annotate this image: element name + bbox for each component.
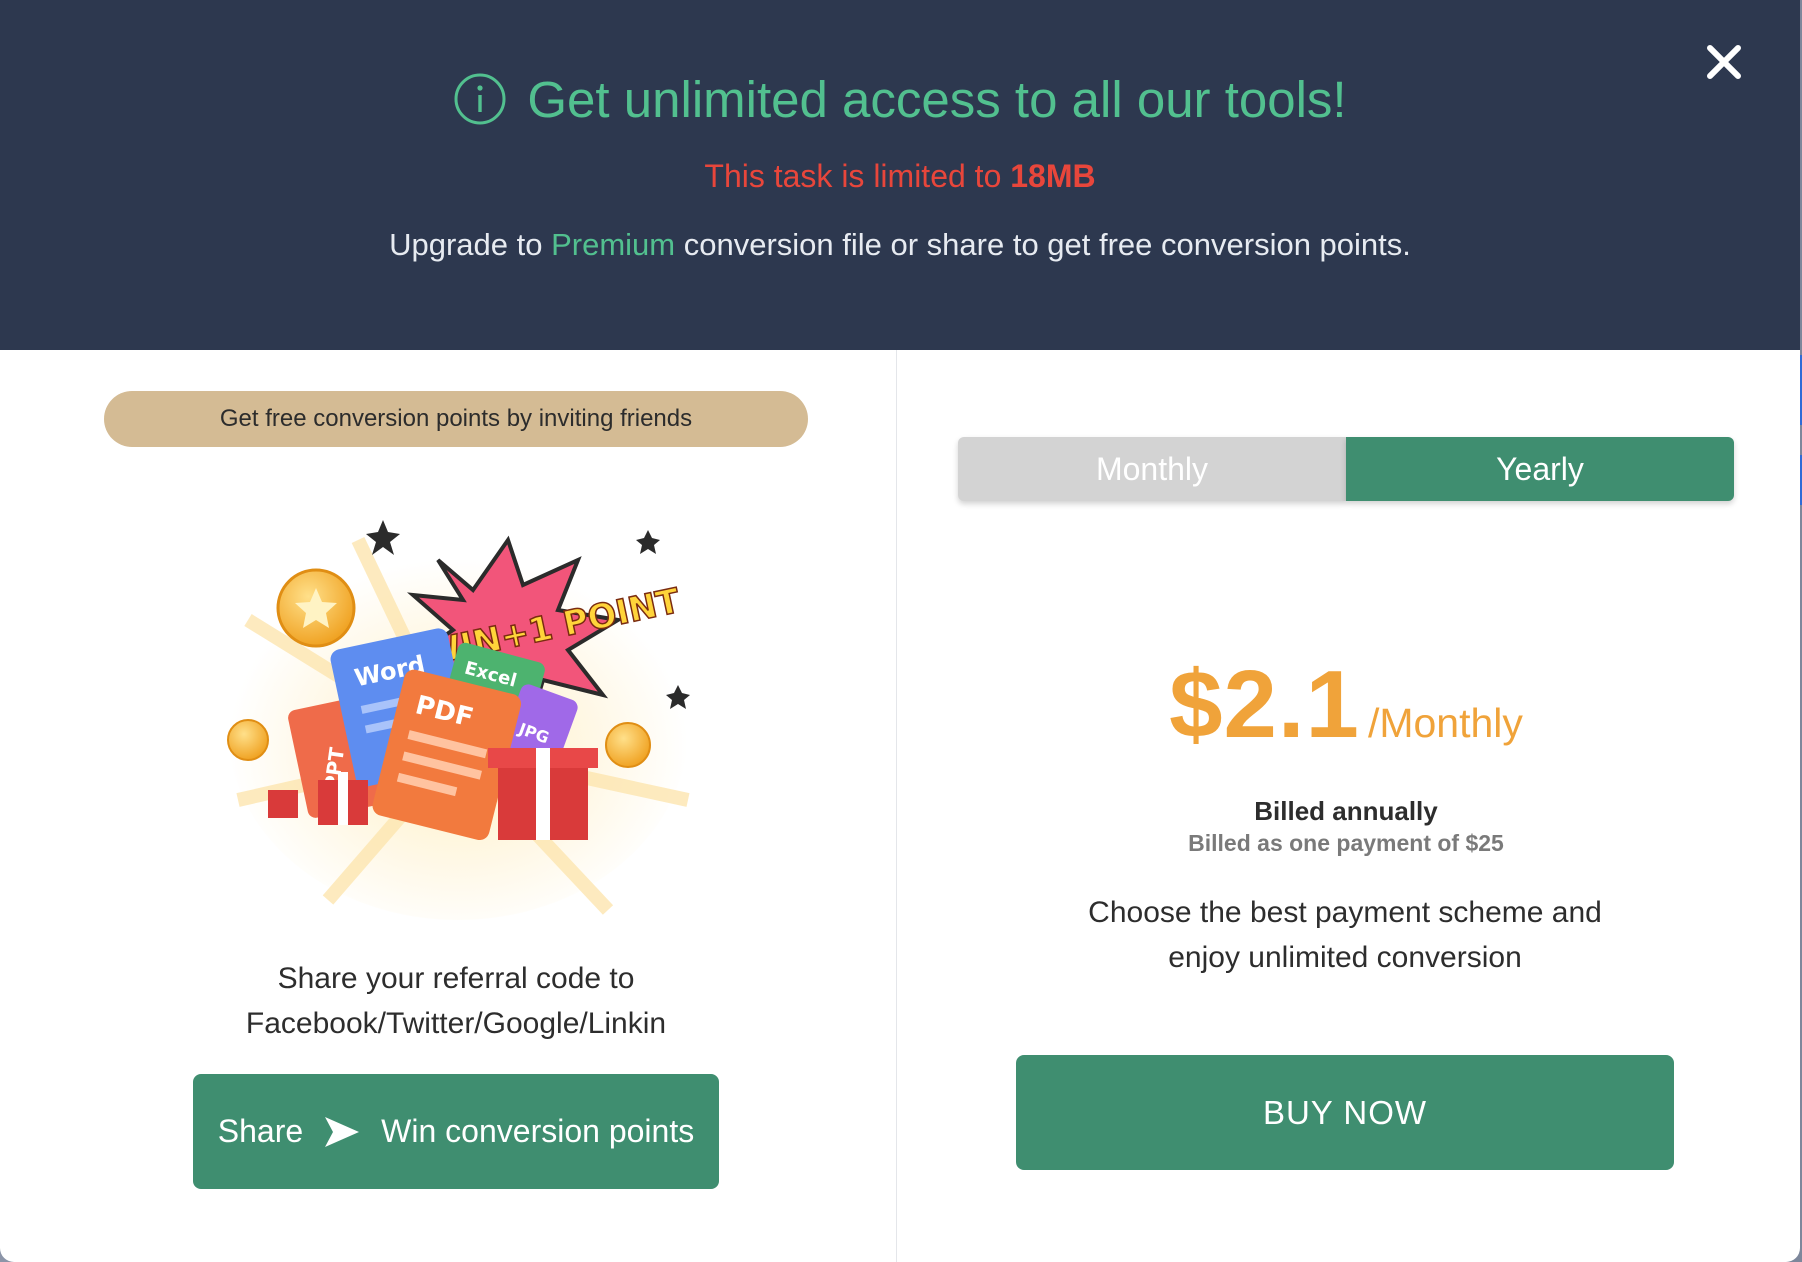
share-description-line1: Share your referral code to (277, 962, 635, 995)
modal-title: Get unlimited access to all our tools! (527, 70, 1347, 128)
price-unit: /Monthly (1367, 700, 1523, 746)
buy-now-label: BUY NOW (1262, 1093, 1428, 1131)
share-description: Share your referral code to Facebook/Twi… (104, 956, 808, 1046)
win-point-illustration: WIN+1 POINT PPT Word Excel JPG PDF (227, 520, 690, 920)
share-button[interactable]: Share Win conversion points (193, 1074, 719, 1189)
share-description-line2: Facebook/Twitter/Google/Linkin (245, 1007, 667, 1040)
upgrade-modal: Get unlimited access to all our tools! T… (0, 0, 1800, 1262)
limit-prefix: This task is limited to (704, 158, 1011, 194)
buy-now-button[interactable]: BUY NOW (1016, 1055, 1674, 1170)
price-amount: $2.1 (1169, 651, 1360, 758)
billing-tab-monthly-label: Monthly (1095, 450, 1209, 487)
share-button-action: Win conversion points (381, 1113, 695, 1149)
modal-title-row: Get unlimited access to all our tools! (0, 64, 1800, 134)
share-button-label: Share (217, 1113, 304, 1149)
payment-scheme-line2: enjoy unlimited conversion (1168, 941, 1522, 974)
modal-header: Get unlimited access to all our tools! T… (0, 0, 1800, 350)
upgrade-prefix: Upgrade to (389, 227, 552, 262)
invite-friends-pill: Get free conversion points by inviting f… (104, 391, 808, 447)
payment-scheme-description: Choose the best payment scheme and enjoy… (1030, 890, 1660, 980)
info-icon (454, 73, 506, 125)
payment-scheme-line1: Choose the best payment scheme and (1088, 896, 1602, 929)
limit-message: This task is limited to 18MB (0, 158, 1800, 195)
billed-annually: Billed annually (1254, 796, 1438, 826)
upgrade-suffix: conversion file or share to get free con… (675, 227, 1411, 262)
limit-value: 18MB (1010, 158, 1096, 194)
price-display: $2.1 /Monthly (958, 650, 1734, 760)
billing-tab-yearly[interactable]: Yearly (1346, 437, 1734, 501)
premium-highlight: Premium (551, 227, 676, 262)
billed-payment-detail: Billed as one payment of $25 (1188, 830, 1504, 856)
invite-friends-label: Get free conversion points by inviting f… (219, 405, 693, 432)
panel-divider (896, 350, 897, 1262)
upgrade-message: Upgrade to Premium conversion file or sh… (0, 227, 1800, 263)
arrow-right-icon (325, 1116, 360, 1147)
billing-tab-yearly-label: Yearly (1496, 450, 1584, 487)
billing-tab-monthly[interactable]: Monthly (958, 437, 1346, 501)
